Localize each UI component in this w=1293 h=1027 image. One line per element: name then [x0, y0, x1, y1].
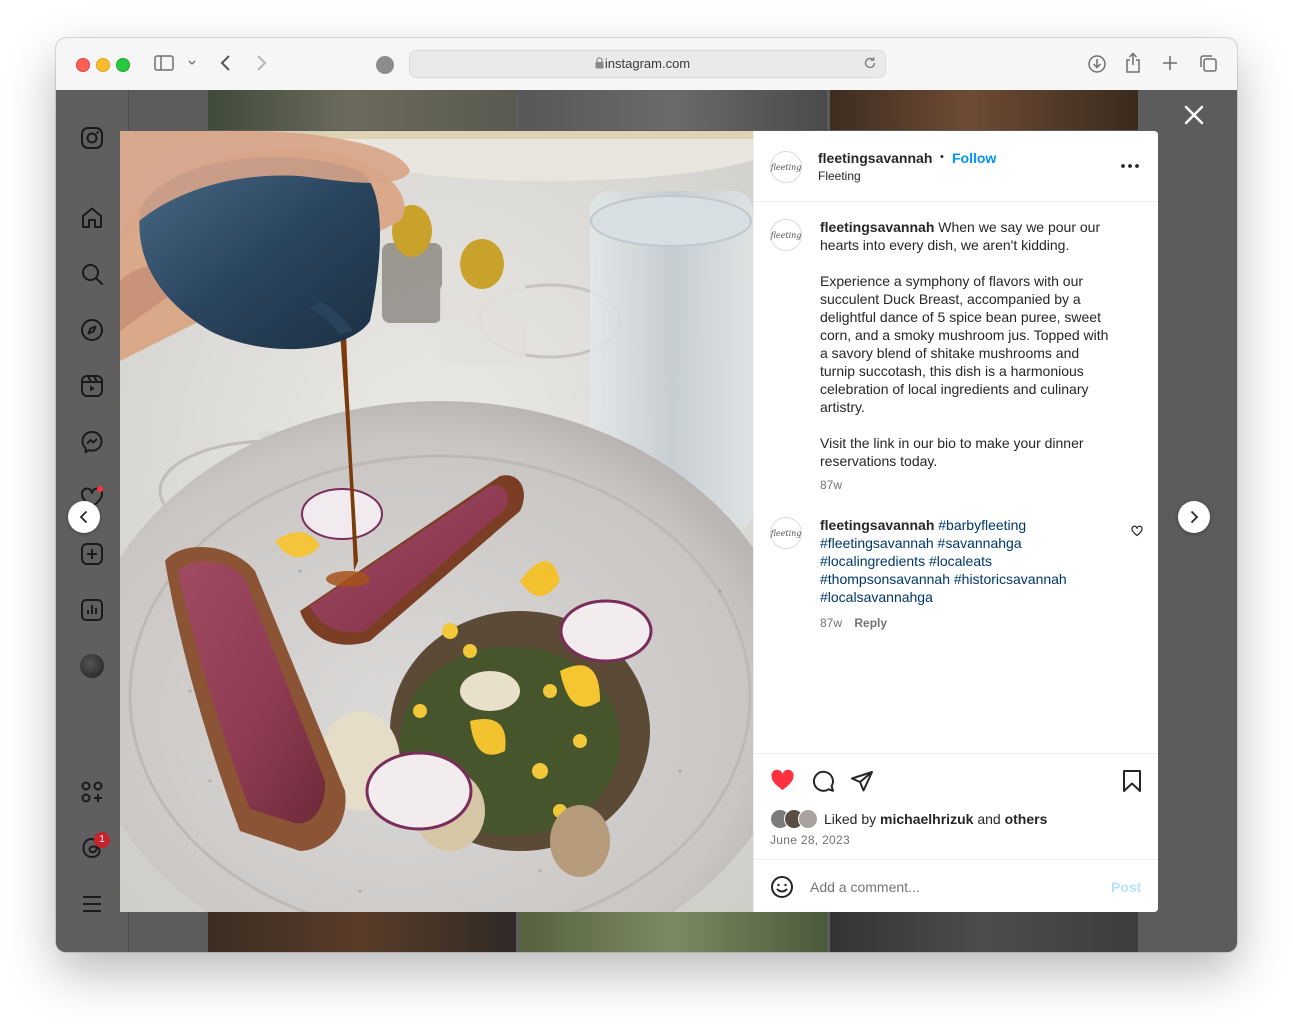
hashtag-link[interactable]: #localsavannahga [820, 588, 1120, 606]
comment-username[interactable]: fleetingsavannah [820, 517, 934, 533]
more-menu-icon[interactable] [80, 892, 104, 916]
downloads-icon[interactable] [1087, 54, 1107, 74]
comments-section: fleeting fleetingsavannah When we say we… [754, 202, 1158, 752]
minimize-window-button[interactable] [96, 58, 110, 72]
insights-icon[interactable] [80, 598, 104, 622]
add-comment-bar: Post [754, 859, 1158, 912]
liked-by-user[interactable]: michaelhrizuk [880, 811, 973, 827]
browser-toolbar: instagram.com [56, 38, 1237, 91]
caption-avatar[interactable]: fleeting [770, 219, 802, 251]
explore-icon[interactable] [80, 318, 104, 342]
new-tab-icon[interactable] [1162, 55, 1178, 71]
post-location[interactable]: Fleeting [818, 169, 861, 183]
comment-text: fleetingsavannah #barbyfleeting #fleetin… [820, 516, 1120, 606]
instagram-logo-icon[interactable] [80, 126, 104, 150]
save-bookmark-icon[interactable] [1121, 769, 1143, 793]
caption-username[interactable]: fleetingsavannah [820, 219, 934, 235]
reload-icon[interactable] [863, 56, 877, 70]
comment-meta: 87w Reply [820, 616, 887, 630]
grid-photo [830, 912, 1138, 952]
post-actions: Liked by michaelhrizuk and others June 2… [754, 753, 1158, 860]
grid-photo [519, 912, 827, 952]
post-photo[interactable] [120, 131, 753, 912]
comment-timestamp[interactable]: 87w [820, 616, 842, 630]
share-icon[interactable] [1125, 52, 1141, 74]
food-photo-illustration [120, 131, 753, 912]
zoom-window-button[interactable] [116, 58, 130, 72]
comment-avatar[interactable]: fleeting [770, 517, 802, 549]
hashtag-link[interactable]: #fleetingsavannah #savannahga [820, 534, 1120, 552]
grid-photo [519, 90, 827, 130]
search-icon[interactable] [80, 262, 104, 286]
like-filled-icon[interactable] [770, 769, 795, 791]
author-username[interactable]: fleetingsavannah [818, 150, 932, 166]
site-settings-icon[interactable] [376, 56, 394, 74]
liked-by-text: Liked by michaelhrizuk and others [824, 811, 1048, 827]
liker-avatar [798, 809, 818, 829]
hashtag-link[interactable]: #thompsonsavannah #historicsavannah [820, 570, 1120, 588]
grid-photo [830, 90, 1138, 130]
browser-window: instagram.com 1 fleeting fleetingsavanna… [56, 38, 1237, 952]
post-comment-button[interactable]: Post [1111, 879, 1141, 895]
caption-text: fleetingsavannah When we say we pour our… [820, 219, 1109, 469]
hashtag-link[interactable]: #barbyfleeting [938, 517, 1026, 533]
close-window-button[interactable] [76, 58, 90, 72]
share-post-icon[interactable] [850, 769, 874, 793]
liked-by-avatars[interactable] [770, 809, 822, 829]
messenger-icon[interactable] [80, 430, 104, 454]
back-icon[interactable] [220, 54, 232, 72]
create-icon[interactable] [80, 542, 104, 566]
hashtag-link[interactable]: #localingredients #localeats [820, 552, 1120, 570]
post-header: fleeting fleetingsavannah • Follow Fleet… [754, 131, 1158, 202]
post-date[interactable]: June 28, 2023 [770, 833, 850, 847]
home-icon[interactable] [80, 206, 104, 230]
post-modal: fleeting fleetingsavannah • Follow Fleet… [120, 131, 1158, 912]
also-from-meta-icon[interactable] [80, 780, 104, 804]
reels-icon[interactable] [80, 374, 104, 398]
comment-input[interactable] [808, 875, 1092, 899]
reply-button[interactable]: Reply [854, 616, 887, 630]
grid-photo [208, 90, 516, 130]
profile-avatar[interactable] [80, 654, 104, 678]
header-separator: • [940, 151, 944, 163]
more-options-icon[interactable] [1120, 163, 1140, 169]
address-bar[interactable]: instagram.com [409, 50, 886, 78]
close-icon[interactable] [1183, 104, 1205, 126]
comment-like-icon[interactable] [1131, 525, 1143, 537]
sidebar-toggle-icon[interactable] [154, 55, 174, 71]
grid-photo [208, 912, 516, 952]
forward-icon[interactable] [255, 54, 267, 72]
post-details-panel: fleeting fleetingsavannah • Follow Fleet… [753, 131, 1158, 912]
emoji-icon[interactable] [770, 875, 794, 899]
url-text: instagram.com [604, 56, 691, 71]
next-post-button[interactable] [1178, 501, 1210, 533]
comment-icon[interactable] [811, 769, 835, 793]
caption-timestamp[interactable]: 87w [820, 478, 842, 492]
follow-button[interactable]: Follow [952, 150, 996, 166]
tab-overview-icon[interactable] [1199, 54, 1218, 73]
previous-post-button[interactable] [68, 501, 100, 533]
chevron-left-icon [79, 510, 88, 524]
author-avatar[interactable]: fleeting [770, 151, 802, 183]
chevron-down-icon[interactable] [188, 60, 196, 66]
instagram-page: 1 fleeting fleetingsavannah • Follow Fle… [56, 90, 1237, 952]
threads-badge: 1 [94, 832, 110, 848]
liked-by-others[interactable]: others [1005, 811, 1048, 827]
chevron-right-icon [1190, 510, 1199, 524]
